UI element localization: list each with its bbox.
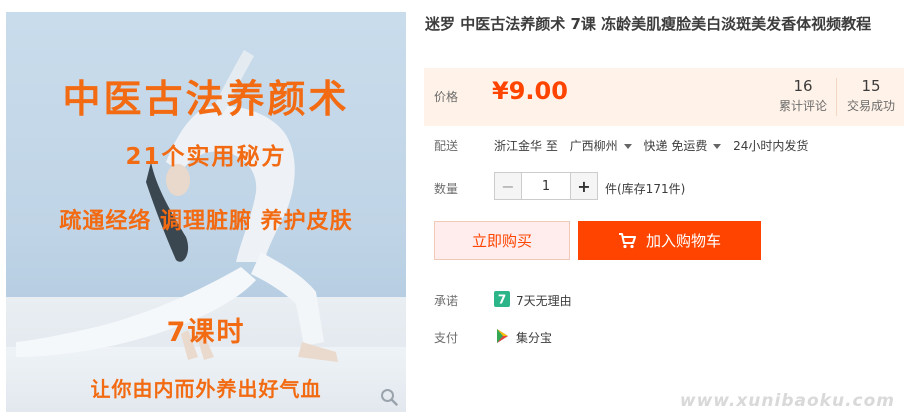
ship-time: 24小时内发货 xyxy=(733,139,809,153)
image-subtitle-tagline: 让你由内而外养出好气血 xyxy=(90,377,322,401)
price-label: 价格 xyxy=(434,90,459,104)
stock-text: 件(库存171件) xyxy=(605,182,686,196)
quantity-increase-button[interactable]: + xyxy=(570,173,597,199)
product-title: 迷罗 中医古法养颜术 7课 冻龄美肌瘦脸美白淡斑美发香体视频教程 xyxy=(425,15,872,33)
payment-label: 支付 xyxy=(434,331,459,345)
image-title: 中医古法养颜术 xyxy=(62,77,350,121)
price-panel: 价格 ¥9.00 16 累计评论 15 交易成功 xyxy=(424,68,904,126)
product-image[interactable]: 中医古法养颜术 21个实用秘方 疏通经络 调理脏腑 养护皮肤 7课时 让你由内而… xyxy=(6,12,406,412)
jifenbao-icon xyxy=(497,329,508,343)
chevron-down-icon xyxy=(713,144,722,149)
quantity-decrease-button[interactable]: − xyxy=(495,173,522,199)
seven-day-return-icon: 7 xyxy=(494,291,510,307)
delivery-method: 快递 免运费 xyxy=(643,139,708,153)
chevron-down-icon xyxy=(623,144,632,149)
reviews-stat[interactable]: 16 累计评论 xyxy=(770,77,836,115)
promise-label: 承诺 xyxy=(434,294,459,308)
delivery-destination-select[interactable]: 广西柳州 xyxy=(570,139,640,153)
reviews-label: 累计评论 xyxy=(778,99,827,113)
svg-text:7: 7 xyxy=(498,293,506,307)
reviews-count: 16 xyxy=(793,77,813,95)
delivery-method-select[interactable]: 快递 免运费 xyxy=(644,139,730,153)
zoom-icon[interactable] xyxy=(380,388,398,406)
cart-icon xyxy=(618,232,636,248)
image-subtitle-recipes: 21个实用秘方 xyxy=(125,144,287,170)
sales-label: 交易成功 xyxy=(846,99,895,113)
promise-link[interactable]: 7天无理由 xyxy=(516,292,572,309)
quantity-stepper: − + xyxy=(494,172,598,200)
quantity-input[interactable] xyxy=(522,173,570,199)
payment-link[interactable]: 集分宝 xyxy=(516,329,552,346)
delivery-label: 配送 xyxy=(434,139,459,153)
image-subtitle-lessons: 7课时 xyxy=(166,317,246,348)
add-to-cart-label: 加入购物车 xyxy=(645,232,721,250)
site-watermark: www.xunibaoku.com xyxy=(679,391,895,411)
delivery-destination: 广西柳州 xyxy=(569,139,618,153)
delivery-origin: 浙江金华 至 xyxy=(494,139,558,153)
delivery-row: 浙江金华 至 广西柳州 快递 免运费 24小时内发货 xyxy=(494,137,808,154)
stat-divider xyxy=(836,78,837,116)
price-value: ¥9.00 xyxy=(492,77,568,105)
sales-stat: 15 交易成功 xyxy=(838,77,904,115)
buy-now-button[interactable]: 立即购买 xyxy=(434,221,570,260)
image-subtitle-benefits: 疏通经络 调理脏腑 养护皮肤 xyxy=(59,209,353,234)
quantity-label: 数量 xyxy=(434,182,459,196)
add-to-cart-button[interactable]: 加入购物车 xyxy=(578,221,761,260)
sales-count: 15 xyxy=(861,77,881,95)
